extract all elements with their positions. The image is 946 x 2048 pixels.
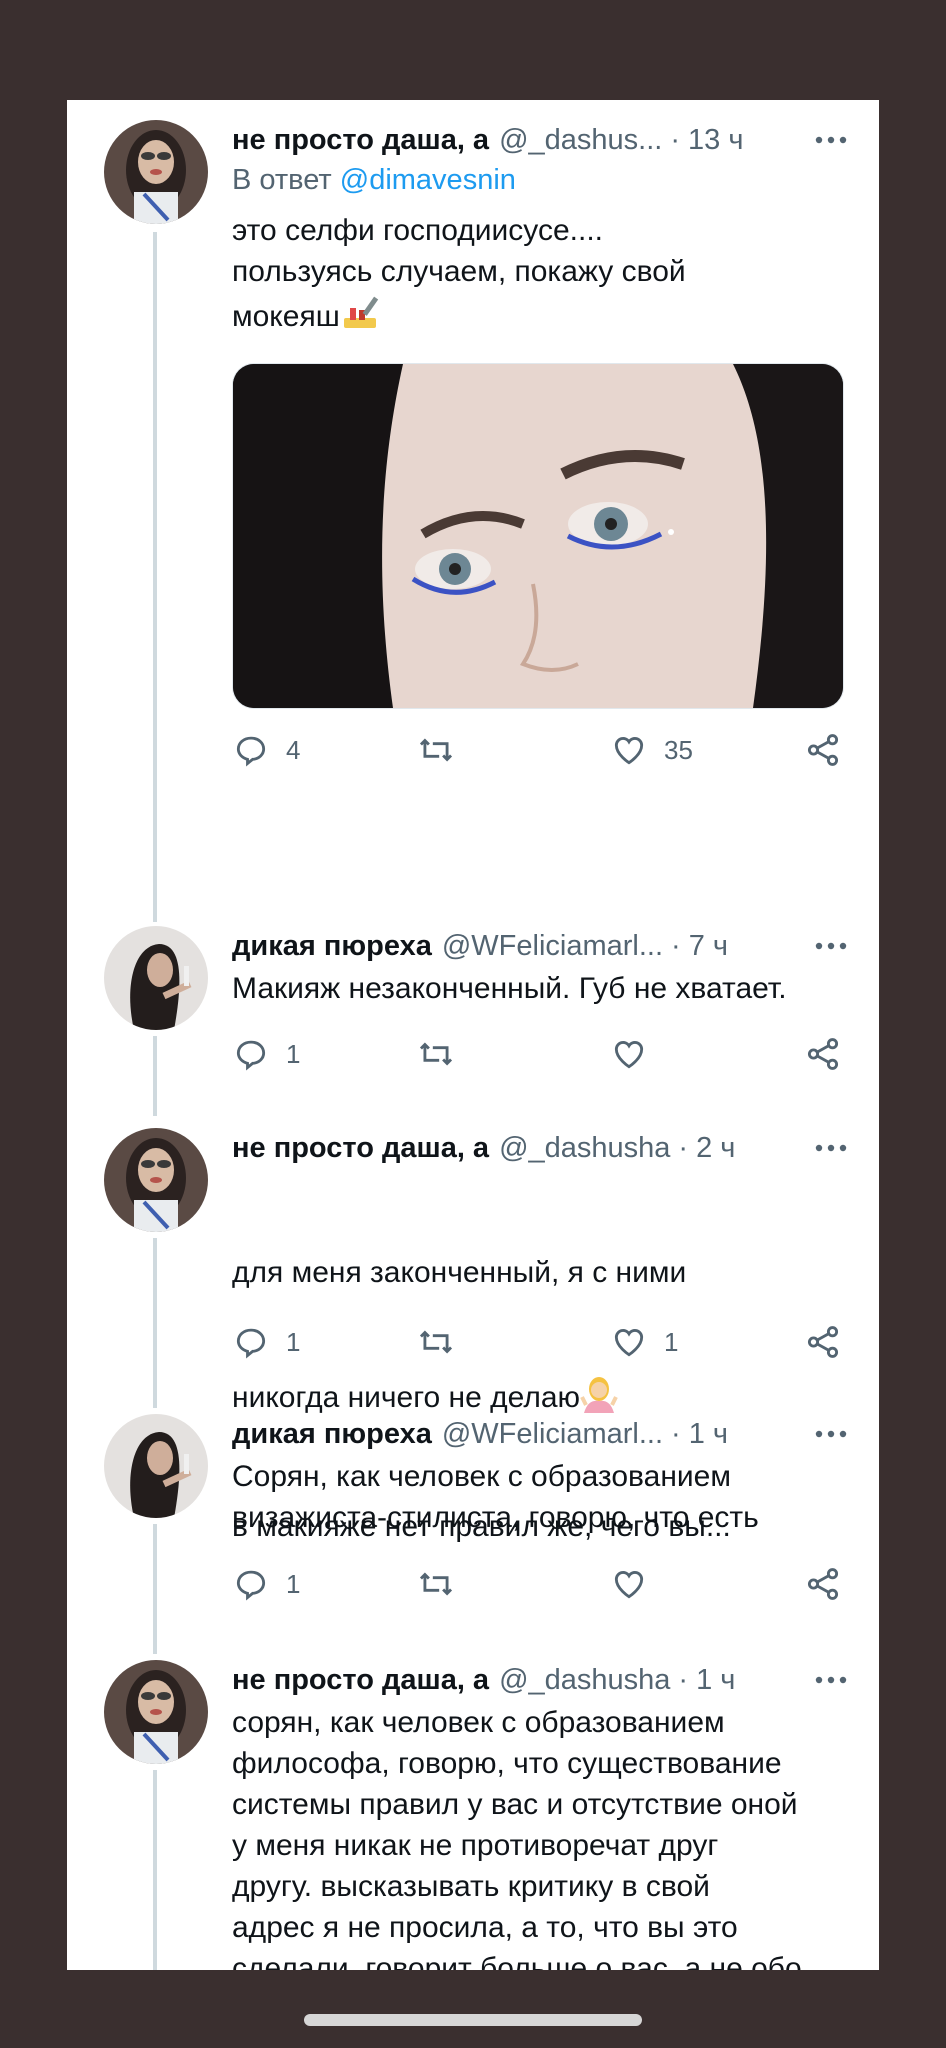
tweet-actions: 1 1 (232, 1322, 844, 1362)
more-icon[interactable] (811, 120, 851, 160)
like-button[interactable] (610, 1034, 664, 1074)
timestamp[interactable]: 2 ч (696, 1132, 735, 1165)
reply-icon (236, 1328, 266, 1359)
user-handle[interactable]: @WFeliciamarl... (442, 1418, 663, 1451)
tweet-thread-card: не просто даша, а @_dashus... · 13 ч В о… (67, 100, 879, 1970)
lipstick-emoji (340, 292, 380, 343)
share-icon (807, 1568, 839, 1600)
retweet-button[interactable] (417, 1034, 471, 1074)
user-handle[interactable]: @_dashus... (499, 124, 662, 157)
reply-button[interactable]: 1 (232, 1034, 300, 1074)
reply-to-line: В ответ @dimavesnin (232, 164, 516, 196)
share-button[interactable] (804, 1034, 842, 1074)
tweet-text: сорян, как человек с образованием филосо… (232, 1702, 849, 1970)
retweet-icon (419, 1572, 453, 1596)
display-name[interactable]: дикая пюреха (232, 1418, 432, 1451)
retweet-button[interactable] (417, 1322, 471, 1362)
retweet-icon (419, 1042, 453, 1066)
more-icon[interactable] (811, 1128, 851, 1168)
share-button[interactable] (804, 1564, 842, 1604)
like-icon (614, 1329, 644, 1357)
tweet-text: это селфи господиисусе.... пользуясь слу… (232, 210, 849, 343)
user-handle[interactable]: @_dashusha (499, 1132, 670, 1165)
share-icon (807, 1038, 839, 1070)
retweet-icon (419, 1330, 453, 1354)
tweet-text: для меня законченный, я с ними никогда н… (232, 1256, 731, 1543)
user-handle[interactable]: @WFeliciamarl... (442, 930, 663, 963)
thread-line (153, 1770, 157, 1970)
display-name[interactable]: дикая пюреха (232, 930, 432, 963)
thread-line (153, 1238, 157, 1408)
avatar[interactable] (104, 926, 208, 1030)
retweet-button[interactable] (417, 730, 471, 770)
reply-mention-link[interactable]: @dimavesnin (340, 164, 516, 196)
avatar[interactable] (104, 1660, 208, 1764)
like-icon (614, 737, 644, 765)
timestamp[interactable]: 1 ч (689, 1418, 728, 1451)
reply-button[interactable]: 1 (232, 1322, 300, 1362)
tweet-header: не просто даша, а @_dashusha · 1 ч (232, 1660, 851, 1700)
thread-line (153, 1036, 157, 1116)
more-icon[interactable] (811, 1414, 851, 1454)
tweet-actions: 4 35 (232, 730, 844, 770)
thread-line (153, 1524, 157, 1654)
tweet-header: дикая пюреха @WFeliciamarl... · 1 ч (232, 1414, 851, 1454)
tweet-header: дикая пюреха @WFeliciamarl... · 7 ч (232, 926, 851, 966)
tweet-actions: 1 (232, 1034, 844, 1074)
timestamp[interactable]: 13 ч (688, 124, 743, 157)
timestamp[interactable]: 7 ч (689, 930, 728, 963)
tweet-header: не просто даша, а @_dashusha · 2 ч (232, 1128, 851, 1168)
reply-icon (236, 1040, 266, 1071)
share-button[interactable] (804, 730, 842, 770)
tweet-photo[interactable] (232, 363, 844, 709)
retweet-icon (419, 738, 453, 762)
tweet-header: не просто даша, а @_dashus... · 13 ч (232, 120, 851, 160)
reply-icon (236, 1570, 266, 1601)
display-name[interactable]: не просто даша, а (232, 1664, 489, 1697)
like-button[interactable]: 35 (610, 730, 693, 770)
share-button[interactable] (804, 1322, 842, 1362)
like-icon (614, 1571, 644, 1599)
avatar[interactable] (104, 1128, 208, 1232)
reply-icon (236, 736, 266, 767)
tweet-text: Макияж незаконченный. Губ не хватает. (232, 972, 787, 1005)
timestamp[interactable]: 1 ч (696, 1664, 735, 1697)
like-button[interactable]: 1 (610, 1322, 678, 1362)
avatar[interactable] (104, 120, 208, 224)
share-icon (807, 734, 839, 766)
user-handle[interactable]: @_dashusha (499, 1664, 670, 1697)
display-name[interactable]: не просто даша, а (232, 1132, 489, 1165)
like-icon (614, 1041, 644, 1069)
display-name[interactable]: не просто даша, а (232, 124, 489, 157)
more-icon[interactable] (811, 926, 851, 966)
thread-line (153, 232, 157, 922)
reply-button[interactable]: 4 (232, 730, 300, 770)
like-button[interactable] (610, 1564, 664, 1604)
home-indicator[interactable] (304, 2014, 642, 2026)
tweet-text: Сорян, как человек с образованием визажи… (232, 1460, 759, 1534)
avatar[interactable] (104, 1414, 208, 1518)
retweet-button[interactable] (417, 1564, 471, 1604)
tweet-actions: 1 (232, 1564, 844, 1604)
share-icon (807, 1326, 839, 1358)
reply-button[interactable]: 1 (232, 1564, 300, 1604)
more-icon[interactable] (811, 1660, 851, 1700)
